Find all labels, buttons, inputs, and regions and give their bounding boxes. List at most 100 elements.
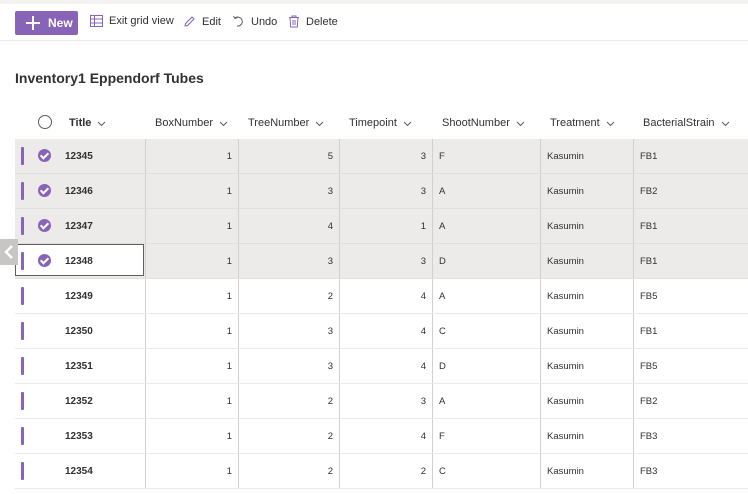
cell-shoot[interactable]: C bbox=[432, 454, 540, 488]
cell-strain[interactable]: FB3 bbox=[633, 419, 748, 453]
cell-treatment[interactable]: Kasumin bbox=[540, 314, 633, 348]
cell-title[interactable]: 12353 bbox=[65, 419, 145, 453]
cell-strain[interactable]: FB5 bbox=[633, 279, 748, 313]
cell-box[interactable]: 1 bbox=[145, 174, 238, 208]
column-header-title[interactable]: Title bbox=[69, 108, 106, 138]
column-header-shootnumber[interactable]: ShootNumber bbox=[442, 108, 525, 138]
cell-timepoint[interactable]: 3 bbox=[339, 384, 432, 418]
cell-treatment[interactable]: Kasumin bbox=[540, 279, 633, 313]
cell-treatment[interactable]: Kasumin bbox=[540, 419, 633, 453]
cell-timepoint[interactable]: 3 bbox=[339, 244, 432, 278]
row-selected-check-icon[interactable] bbox=[38, 219, 51, 232]
cell-strain[interactable]: FB2 bbox=[633, 174, 748, 208]
table-row[interactable]: 12345 1 5 3 F Kasumin FB1 bbox=[15, 139, 748, 174]
cell-tree[interactable]: 2 bbox=[238, 454, 339, 488]
table-row[interactable]: 12349 1 2 4 A Kasumin FB5 bbox=[15, 279, 748, 314]
row-indicator-bar bbox=[21, 462, 24, 480]
undo-button[interactable]: Undo bbox=[232, 15, 277, 28]
cell-title[interactable]: 12350 bbox=[65, 314, 145, 348]
cell-treatment[interactable]: Kasumin bbox=[540, 384, 633, 418]
row-indicator-bar bbox=[21, 182, 24, 200]
cell-title[interactable]: 12345 bbox=[65, 139, 145, 173]
table-row[interactable]: 12352 1 2 3 A Kasumin FB2 bbox=[15, 384, 748, 419]
cell-title[interactable]: 12349 bbox=[65, 279, 145, 313]
cell-title[interactable]: 12351 bbox=[65, 349, 145, 383]
cell-tree[interactable]: 2 bbox=[238, 384, 339, 418]
table-row[interactable]: 12353 1 2 4 F Kasumin FB3 bbox=[15, 419, 748, 454]
column-header-bacterialstrain[interactable]: BacterialStrain bbox=[643, 108, 730, 138]
cell-box[interactable]: 1 bbox=[145, 419, 238, 453]
cell-shoot[interactable]: A bbox=[432, 279, 540, 313]
cell-box[interactable]: 1 bbox=[145, 244, 238, 278]
cell-timepoint[interactable]: 2 bbox=[339, 454, 432, 488]
cell-strain[interactable]: FB1 bbox=[633, 139, 748, 173]
table-row[interactable]: 12347 1 4 1 A Kasumin FB1 bbox=[15, 209, 748, 244]
cell-shoot[interactable]: F bbox=[432, 139, 540, 173]
cell-title[interactable]: 12346 bbox=[65, 174, 145, 208]
cell-strain[interactable]: FB1 bbox=[633, 314, 748, 348]
table-row[interactable]: 12351 1 3 4 D Kasumin FB5 bbox=[15, 349, 748, 384]
row-selected-check-icon[interactable] bbox=[38, 254, 51, 267]
cell-box[interactable]: 1 bbox=[145, 209, 238, 243]
cell-box[interactable]: 1 bbox=[145, 349, 238, 383]
cell-box[interactable]: 1 bbox=[145, 139, 238, 173]
cell-timepoint[interactable]: 4 bbox=[339, 419, 432, 453]
cell-strain[interactable]: FB2 bbox=[633, 384, 748, 418]
delete-button[interactable]: Delete bbox=[288, 15, 338, 28]
row-selected-check-icon[interactable] bbox=[38, 184, 51, 197]
row-selected-check-icon[interactable] bbox=[38, 149, 51, 162]
cell-timepoint[interactable]: 4 bbox=[339, 279, 432, 313]
cell-strain[interactable]: FB1 bbox=[633, 209, 748, 243]
select-all-checkbox[interactable] bbox=[38, 115, 52, 129]
cell-shoot[interactable]: A bbox=[432, 209, 540, 243]
cell-box[interactable]: 1 bbox=[145, 314, 238, 348]
exit-grid-view-button[interactable]: Exit grid view bbox=[90, 15, 174, 27]
cell-timepoint[interactable]: 3 bbox=[339, 139, 432, 173]
table-row[interactable]: 12354 1 2 2 C Kasumin FB3 bbox=[15, 454, 748, 489]
cell-treatment[interactable]: Kasumin bbox=[540, 209, 633, 243]
cell-box[interactable]: 1 bbox=[145, 454, 238, 488]
cell-strain[interactable]: FB3 bbox=[633, 454, 748, 488]
cell-strain[interactable]: FB1 bbox=[633, 244, 748, 278]
cell-title[interactable]: 12347 bbox=[65, 209, 145, 243]
cell-shoot[interactable]: F bbox=[432, 419, 540, 453]
cell-timepoint[interactable]: 1 bbox=[339, 209, 432, 243]
cell-tree[interactable]: 3 bbox=[238, 314, 339, 348]
cell-title[interactable]: 12354 bbox=[65, 454, 145, 488]
collapse-nav-button[interactable] bbox=[0, 239, 18, 265]
table-row[interactable]: 12350 1 3 4 C Kasumin FB1 bbox=[15, 314, 748, 349]
table-row[interactable]: 12348 1 3 3 D Kasumin FB1 bbox=[15, 244, 748, 279]
cell-shoot[interactable]: C bbox=[432, 314, 540, 348]
cell-box[interactable]: 1 bbox=[145, 279, 238, 313]
cell-treatment[interactable]: Kasumin bbox=[540, 174, 633, 208]
column-header-boxnumber[interactable]: BoxNumber bbox=[155, 108, 228, 138]
cell-shoot[interactable]: A bbox=[432, 384, 540, 418]
cell-tree[interactable]: 2 bbox=[238, 419, 339, 453]
cell-treatment[interactable]: Kasumin bbox=[540, 349, 633, 383]
column-header-treatment[interactable]: Treatment bbox=[550, 108, 615, 138]
cell-tree[interactable]: 5 bbox=[238, 139, 339, 173]
cell-strain[interactable]: FB5 bbox=[633, 349, 748, 383]
cell-shoot[interactable]: A bbox=[432, 174, 540, 208]
column-header-timepoint[interactable]: Timepoint bbox=[349, 108, 412, 138]
cell-timepoint[interactable]: 4 bbox=[339, 314, 432, 348]
cell-timepoint[interactable]: 3 bbox=[339, 174, 432, 208]
cell-tree[interactable]: 4 bbox=[238, 209, 339, 243]
cell-shoot[interactable]: D bbox=[432, 349, 540, 383]
cell-treatment[interactable]: Kasumin bbox=[540, 139, 633, 173]
cell-box[interactable]: 1 bbox=[145, 384, 238, 418]
cell-tree[interactable]: 3 bbox=[238, 244, 339, 278]
cell-title[interactable]: 12352 bbox=[65, 384, 145, 418]
cell-tree[interactable]: 3 bbox=[238, 349, 339, 383]
new-button[interactable]: New bbox=[15, 11, 78, 35]
cell-tree[interactable]: 3 bbox=[238, 174, 339, 208]
edit-button[interactable]: Edit bbox=[183, 15, 221, 28]
cell-treatment[interactable]: Kasumin bbox=[540, 454, 633, 488]
table-row[interactable]: 12346 1 3 3 A Kasumin FB2 bbox=[15, 174, 748, 209]
column-header-treenumber[interactable]: TreeNumber bbox=[248, 108, 324, 138]
cell-timepoint[interactable]: 4 bbox=[339, 349, 432, 383]
cell-tree[interactable]: 2 bbox=[238, 279, 339, 313]
cell-title[interactable]: 12348 bbox=[65, 244, 145, 278]
cell-treatment[interactable]: Kasumin bbox=[540, 244, 633, 278]
cell-shoot[interactable]: D bbox=[432, 244, 540, 278]
